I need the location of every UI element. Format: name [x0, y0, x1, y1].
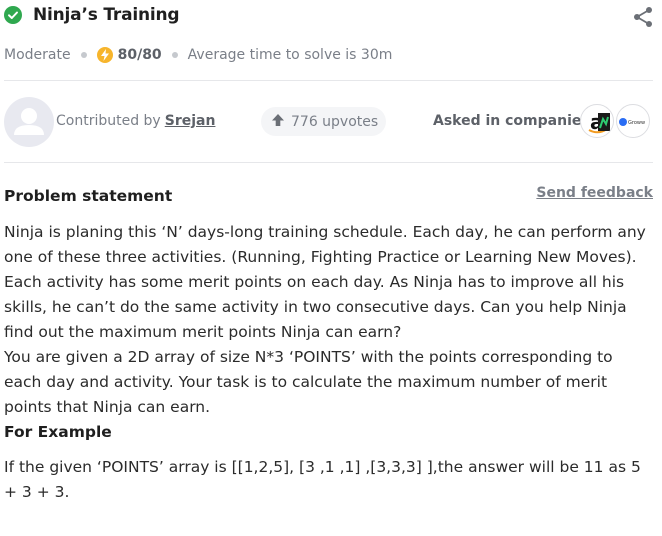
example-heading: For Example	[4, 423, 112, 441]
statement-paragraph: You are given a 2D array of size N*3 ‘PO…	[4, 348, 613, 416]
bolt-icon	[96, 47, 113, 63]
contributor-row: Contributed by Srejan 776 upvotes Asked i…	[4, 96, 654, 148]
divider	[4, 80, 653, 81]
points-value: 80/80	[117, 47, 162, 63]
avatar	[4, 97, 54, 147]
svg-text:Groww: Groww	[628, 120, 645, 126]
groww-logo[interactable]: Groww	[616, 104, 650, 138]
upvote-button[interactable]: 776 upvotes	[261, 107, 387, 136]
user-icon	[14, 108, 44, 135]
companies-label: Asked in companies	[433, 113, 590, 129]
contributed-by-label: Contributed by	[56, 113, 161, 129]
amazon-logo[interactable]: a	[580, 104, 614, 138]
problem-meta: Moderate 80/80 Average time to solve is …	[4, 45, 392, 65]
upvote-count: 776 upvotes	[291, 113, 379, 130]
problem-header: Ninja’s Training	[4, 5, 654, 30]
upvote-arrow-icon	[271, 113, 285, 131]
problem-statement-heading: Problem statement	[4, 187, 173, 205]
divider	[4, 162, 653, 163]
author-link[interactable]: Srejan	[165, 113, 216, 129]
example-text: If the given ‘POINTS’ array is [[1,2,5],…	[4, 458, 641, 501]
problem-title: Ninja’s Training	[33, 5, 180, 25]
company-logos[interactable]: a Groww	[580, 102, 652, 140]
avg-time-text: Average time to solve is 30m	[187, 47, 393, 63]
share-icon[interactable]	[632, 6, 654, 28]
contributed-by: Contributed by Srejan	[56, 113, 215, 129]
send-feedback-link[interactable]: Send feedback	[536, 185, 653, 201]
separator-dot	[80, 52, 87, 58]
solved-check-icon	[4, 6, 22, 24]
statement-paragraph: Ninja is planing this ‘N’ days-long trai…	[4, 223, 646, 341]
separator-dot	[171, 52, 178, 58]
problem-statement-body: Ninja is planing this ‘N’ days-long trai…	[4, 220, 654, 505]
difficulty-label: Moderate	[4, 47, 71, 63]
